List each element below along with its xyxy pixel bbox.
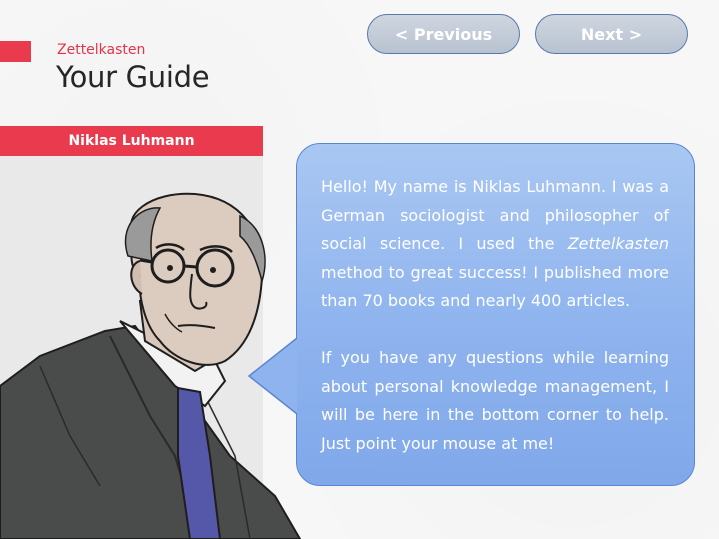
page-title: Your Guide [56, 60, 210, 94]
course-subtitle: Zettelkasten [57, 42, 146, 58]
accent-bar [0, 41, 31, 62]
next-button[interactable]: Next > [535, 14, 688, 54]
speech-text-part: method to great success! I published mor… [321, 262, 669, 311]
speech-paragraph-intro: Hello! My name is Niklas Luhmann. I was … [321, 173, 669, 316]
previous-button[interactable]: < Previous [367, 14, 520, 54]
speech-emphasis: Zettelkasten [567, 234, 669, 253]
guide-name-tag: Niklas Luhmann [0, 126, 263, 156]
speech-bubble-tail [247, 338, 298, 414]
speech-text: Hello! My name is Niklas Luhmann. I was … [321, 173, 669, 458]
speech-paragraph-help: If you have any questions while learning… [321, 348, 669, 453]
